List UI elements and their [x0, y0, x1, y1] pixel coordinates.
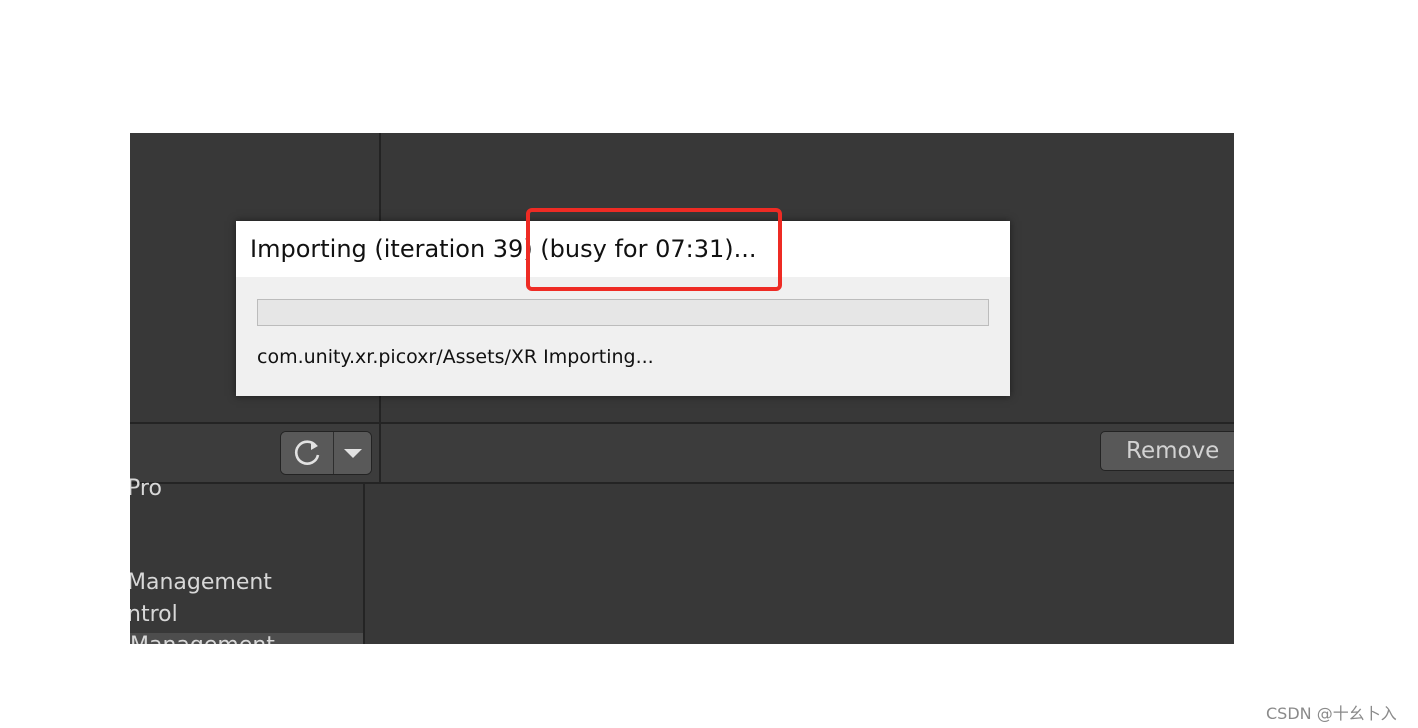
package-list: Pro Management ntrol Management [130, 476, 365, 644]
list-item[interactable]: Pro [130, 476, 162, 501]
list-divider[interactable] [363, 484, 365, 644]
watermark: CSDN @十幺卜入 [1266, 704, 1397, 723]
import-status-text: com.unity.xr.picoxr/Assets/XR Importing.… [257, 346, 654, 368]
package-manager-toolbar: Remove [130, 422, 1234, 484]
refresh-icon [294, 440, 320, 465]
list-item-selected[interactable]: Management [130, 633, 365, 644]
refresh-button[interactable] [281, 432, 334, 474]
annotation-highlight-box [526, 208, 782, 291]
progress-bar [257, 299, 989, 326]
remove-button[interactable]: Remove [1100, 431, 1234, 471]
chevron-down-icon [344, 449, 362, 458]
refresh-options-dropdown[interactable] [334, 432, 371, 474]
list-item[interactable]: ntrol [130, 602, 178, 627]
list-item[interactable]: Management [130, 570, 272, 595]
refresh-button-group [280, 431, 372, 475]
toolbar-divider [379, 424, 381, 482]
